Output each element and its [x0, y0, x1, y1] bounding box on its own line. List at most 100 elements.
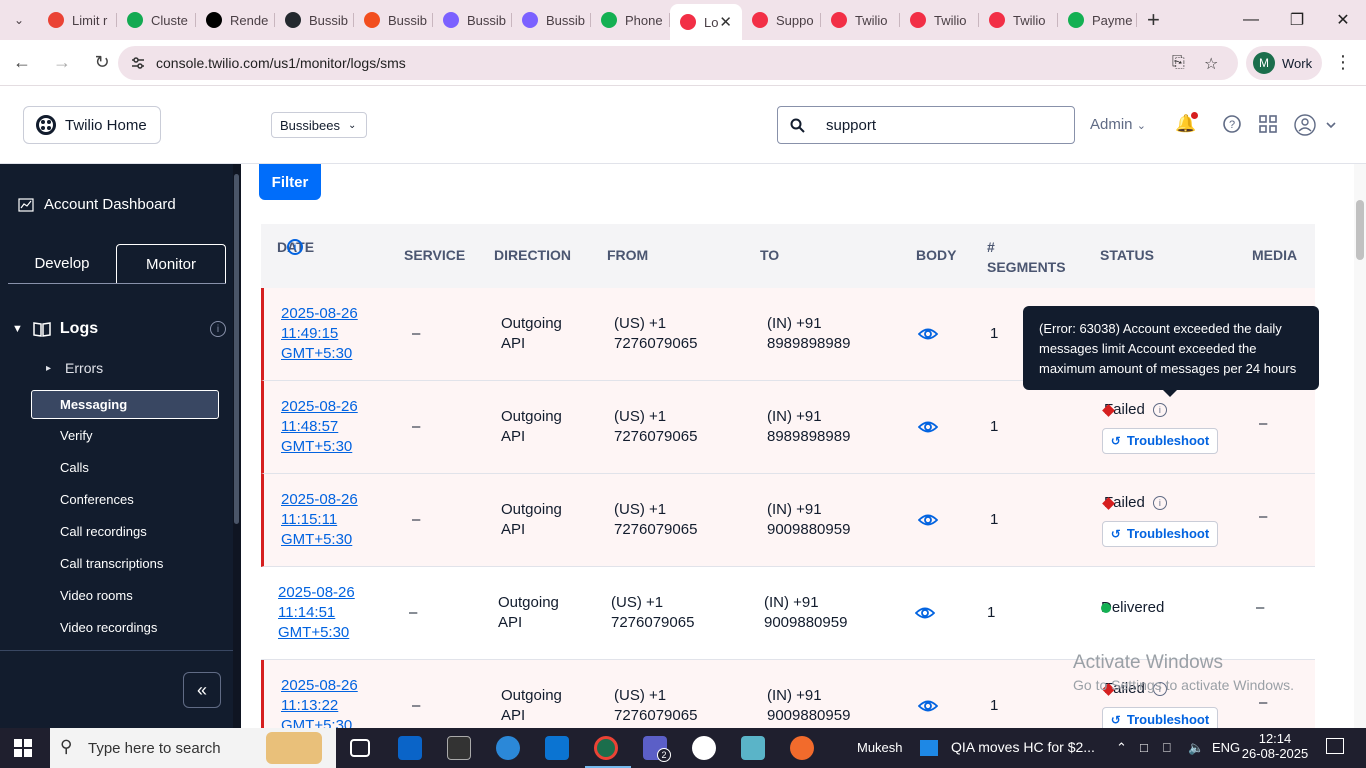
view-body-eye-icon[interactable] [918, 696, 938, 716]
sidebar-item-video-recordings[interactable]: Video recordings [60, 620, 157, 635]
taskbar-user[interactable]: Mukesh [857, 740, 903, 755]
troubleshoot-button[interactable]: ↺ Troubleshoot [1102, 428, 1218, 454]
terminal-icon[interactable] [447, 736, 471, 760]
date-link[interactable]: 2025-08-26 11:49:15 GMT+5:30 [281, 304, 358, 364]
browser-tab[interactable]: Suppo [742, 4, 821, 36]
date-link[interactable]: 2025-08-26 11:14:51 GMT+5:30 [278, 583, 355, 643]
view-body-eye-icon[interactable] [918, 417, 938, 437]
volume-icon[interactable]: 🔈 [1188, 740, 1204, 756]
profile-button[interactable]: M Work [1246, 46, 1322, 80]
tab-develop[interactable]: Develop [8, 244, 116, 283]
url-field[interactable]: console.twilio.com/us1/monitor/logs/sms … [118, 46, 1238, 80]
twilio-home-button[interactable]: Twilio Home [23, 106, 161, 144]
sidebar-item-errors[interactable]: ▸ Errors [46, 360, 103, 376]
notifications-center-icon[interactable] [1326, 738, 1344, 754]
browser-tab[interactable]: Twilio [979, 4, 1058, 36]
tab-separator [1136, 13, 1137, 27]
date-link[interactable]: 2025-08-26 11:15:11 GMT+5:30 [281, 490, 358, 550]
help-icon[interactable]: ? [1222, 114, 1242, 139]
sidebar-item-account-dashboard[interactable]: Account Dashboard [18, 196, 176, 213]
troubleshoot-button[interactable]: ↺ Troubleshoot [1102, 521, 1218, 547]
view-body-eye-icon[interactable] [915, 603, 935, 623]
filter-button[interactable]: Filter [259, 164, 321, 200]
search-input[interactable]: support [826, 117, 876, 134]
app-grid-icon[interactable] [1258, 114, 1278, 139]
browser-tab[interactable]: Bussib [433, 4, 512, 36]
new-tab-icon[interactable]: + [1147, 7, 1177, 33]
clock[interactable]: 12:14 26-08-2025 [1242, 731, 1309, 761]
browser-tab[interactable]: Bussib [512, 4, 591, 36]
maximize-icon[interactable]: ❐ [1274, 0, 1320, 40]
sidebar-section-logs[interactable]: ▼ Logs i [12, 320, 226, 338]
back-icon[interactable]: ← [4, 45, 40, 81]
sidebar-item-video-rooms[interactable]: Video rooms [60, 588, 133, 603]
sidebar-item-verify[interactable]: Verify [60, 428, 93, 443]
main-scrollbar[interactable] [1354, 164, 1366, 728]
sidebar-item-call-recordings[interactable]: Call recordings [60, 524, 147, 539]
windows-start-icon[interactable] [14, 739, 32, 762]
column-to: TO [760, 247, 780, 263]
tab-monitor[interactable]: Monitor [116, 244, 226, 283]
browser-tab[interactable]: Cluste [117, 4, 196, 36]
minimize-icon[interactable]: — [1228, 0, 1274, 40]
teams-icon[interactable]: 2 [643, 736, 671, 762]
close-window-icon[interactable]: ✕ [1320, 0, 1366, 40]
chrome-icon[interactable] [594, 736, 618, 760]
view-body-eye-icon[interactable] [918, 324, 938, 344]
taskbar-search[interactable]: ⚲ Type here to search [50, 728, 336, 768]
info-icon[interactable]: i [1152, 496, 1167, 510]
github-desktop-icon[interactable] [692, 736, 716, 760]
info-icon[interactable]: i [287, 239, 303, 255]
collapse-sidebar-button[interactable]: « [183, 672, 221, 708]
direction-line: Outgoing [498, 594, 559, 611]
task-view-icon[interactable] [350, 739, 370, 757]
install-app-icon[interactable]: ⎘ [1172, 54, 1185, 72]
site-info-icon[interactable] [130, 55, 146, 71]
notes-app-icon[interactable] [741, 736, 765, 760]
browser-tab[interactable]: Bussib [354, 4, 433, 36]
account-switcher[interactable]: Bussibees ⌄ [271, 112, 367, 138]
search-box[interactable]: support [777, 106, 1075, 144]
from-line: (US) +1 [614, 687, 667, 704]
info-icon[interactable]: i [1152, 403, 1167, 417]
browser-tab[interactable]: Payme [1058, 4, 1137, 36]
check-app-icon[interactable] [496, 736, 520, 760]
reload-icon[interactable]: ↻ [84, 45, 120, 81]
admin-menu[interactable]: Admin ⌄ [1090, 116, 1146, 133]
browser-tab[interactable]: Phone [591, 4, 670, 36]
sidebar-item-call-transcriptions[interactable]: Call transcriptions [60, 556, 163, 571]
forward-icon[interactable]: → [44, 45, 80, 81]
sidebar-scrollbar[interactable] [233, 164, 241, 728]
date-link[interactable]: 2025-08-26 11:13:22 GMT+5:30 [281, 676, 358, 728]
vscode-icon[interactable] [545, 736, 569, 760]
user-account-icon[interactable] [1294, 114, 1338, 141]
sidebar-item-calls[interactable]: Calls [60, 460, 89, 475]
browser-tab-label: Bussib [309, 12, 349, 28]
browser-tab[interactable]: Rende [196, 4, 275, 36]
news-headline[interactable]: QIA moves HC for $2... [951, 739, 1095, 755]
browser-tab[interactable]: Limit r [38, 4, 117, 36]
outlook-icon[interactable] [398, 736, 422, 760]
language-indicator[interactable]: ENG [1212, 740, 1240, 755]
column-body: BODY [916, 247, 957, 263]
close-tab-icon[interactable]: ✕ [719, 13, 732, 31]
sidebar-item-conferences[interactable]: Conferences [60, 492, 134, 507]
network-icon[interactable]: ⎕ [1163, 740, 1171, 756]
info-icon[interactable]: i [210, 321, 226, 337]
browser-tab[interactable]: Bussib [275, 4, 354, 36]
notifications-bell-icon[interactable]: 🔔 [1175, 112, 1198, 134]
from-cell: (US) +1 7276079065 [614, 314, 697, 354]
date-link[interactable]: 2025-08-26 11:48:57 GMT+5:30 [281, 397, 358, 457]
show-hidden-icons-icon[interactable]: ⌃ [1116, 740, 1127, 756]
troubleshoot-button[interactable]: ↺ Troubleshoot [1102, 707, 1218, 728]
view-body-eye-icon[interactable] [918, 510, 938, 530]
tab-search-dropdown-icon[interactable]: ⌄ [0, 13, 38, 27]
sidebar-item-messaging[interactable]: Messaging [31, 390, 219, 419]
browser-tab[interactable]: Lo ✕ [670, 4, 742, 40]
browser-tab[interactable]: Twilio [821, 4, 900, 36]
browser-tab[interactable]: Twilio [900, 4, 979, 36]
postman-icon[interactable] [790, 736, 814, 760]
browser-menu-icon[interactable]: ⋮ [1334, 52, 1352, 73]
meet-now-icon[interactable]: □ [1140, 740, 1148, 755]
bookmark-star-icon[interactable]: ☆ [1204, 54, 1218, 74]
